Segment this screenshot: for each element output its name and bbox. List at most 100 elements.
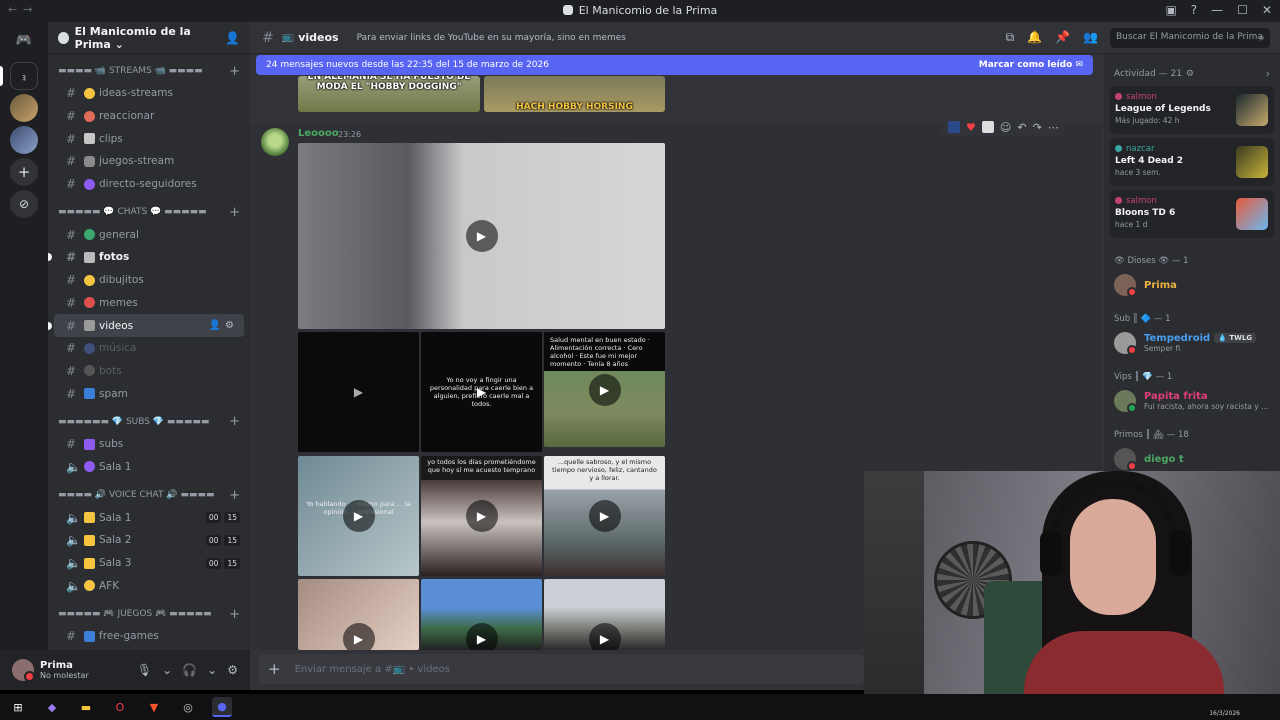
microphone-icon[interactable]: 🎙 (137, 663, 152, 677)
previous-media-2[interactable]: HACH HOBBY HORSING (484, 76, 665, 112)
video-attachment[interactable]: Salud mental en buen estado · Alimentaci… (544, 332, 665, 447)
channel-fotos[interactable]: # fotos (48, 246, 244, 269)
server-icon-current[interactable]: ｮ (10, 62, 38, 90)
play-icon[interactable]: ▶ (465, 623, 498, 650)
threads-icon[interactable]: ⧉ (1006, 30, 1015, 45)
play-icon[interactable]: ▶ (466, 376, 498, 408)
play-icon[interactable]: ▶ (343, 376, 375, 408)
invite-icon[interactable]: 👤 (225, 31, 240, 45)
discord-home-icon[interactable]: 🎮 (10, 26, 38, 54)
channel-juegos-stream[interactable]: # juegos-stream (54, 150, 244, 173)
video-attachment[interactable]: ▶ (544, 579, 665, 650)
channel-ideas-streams[interactable]: # ideas-streams (54, 82, 244, 105)
app-icon[interactable]: ◆ (42, 697, 62, 717)
chevron-down-icon[interactable]: ⌄ (162, 663, 172, 677)
member-list-icon[interactable]: 👥 (1083, 30, 1098, 45)
message-author[interactable]: Leoooo (298, 128, 339, 139)
member-papita-frita[interactable]: Papita frita Fui racista, ahora soy raci… (1104, 386, 1280, 416)
play-icon[interactable]: ▶ (588, 500, 621, 532)
video-attachment[interactable]: ▶ (421, 579, 542, 650)
headphones-icon[interactable]: 🎧 (182, 663, 197, 677)
reaction-emoji-icon[interactable] (948, 121, 960, 133)
brave-icon[interactable]: ▼ (144, 697, 164, 717)
compass-icon[interactable]: ⊘ (10, 190, 38, 218)
channel-free-games[interactable]: # free-games (54, 625, 244, 648)
video-attachment[interactable]: Yo hablando ... mismo para ... la opinió… (298, 456, 419, 576)
channel-topic[interactable]: Para enviar links de YouTube en su mayor… (357, 33, 626, 43)
inbox-icon[interactable]: ▣ (1165, 3, 1176, 17)
channel-reaccionar[interactable]: # reaccionar (54, 105, 244, 128)
add-channel-icon[interactable]: + (229, 64, 240, 79)
channel-spam[interactable]: # spam (54, 382, 244, 405)
play-icon[interactable]: ▶ (465, 220, 498, 252)
add-channel-icon[interactable]: + (229, 414, 240, 429)
category-streams[interactable]: ▬▬▬▬ 📹 STREAMS 📹 ▬▬▬▬ + (48, 60, 250, 82)
channel-musica[interactable]: # música (54, 337, 244, 360)
opera-icon[interactable]: O (110, 697, 130, 717)
obs-icon[interactable]: ◎ (178, 697, 198, 717)
category-subs[interactable]: ▬▬▬▬▬▬ 💎 SUBS 💎 ▬▬▬▬▬ + (48, 411, 250, 433)
server-icon-a[interactable] (10, 94, 38, 122)
play-icon[interactable]: ▶ (465, 500, 498, 532)
add-attachment-icon[interactable]: + (268, 660, 281, 678)
video-attachment[interactable]: ▶ (298, 579, 419, 650)
settings-gear-icon[interactable]: ⚙ (227, 663, 238, 677)
video-attachment[interactable]: ▶ (298, 332, 419, 452)
help-icon[interactable]: ? (1191, 3, 1197, 17)
member-tempedroid[interactable]: Tempedroid 💧 TWLG Semper fi (1104, 328, 1280, 358)
play-icon[interactable]: ▶ (342, 623, 375, 650)
windows-start-icon[interactable]: ⊞ (8, 697, 28, 717)
channel-videos[interactable]: # videos 👤⚙ (48, 314, 244, 337)
member-diego-t[interactable]: diego t (1104, 444, 1280, 474)
channel-dibujitos[interactable]: # dibujitos (54, 269, 244, 292)
mark-as-read-button[interactable]: Marcar como leído ✉ (979, 60, 1083, 70)
category-juegos[interactable]: ▬▬▬▬▬ 🎮 JUEGOS 🎮 ▬▬▬▬▬ + (48, 603, 250, 625)
member-prima[interactable]: Prima (1104, 270, 1280, 300)
channel-directo-seguidores[interactable]: # directo-seguidores (54, 173, 244, 196)
avatar[interactable] (12, 659, 35, 682)
chevron-right-icon[interactable]: › (1266, 67, 1270, 80)
add-channel-icon[interactable]: + (229, 488, 240, 503)
channel-subs[interactable]: # subs (54, 433, 244, 456)
message-input[interactable]: + Enviar mensaje a #📺 • videos (258, 654, 864, 684)
activity-card[interactable]: salmon League of Legends Más jugado: 42 … (1110, 86, 1274, 134)
add-channel-icon[interactable]: + (229, 607, 240, 622)
channel-clips[interactable]: # clips (54, 127, 244, 150)
activity-card[interactable]: salmon Bloons TD 6 hace 1 d (1110, 190, 1274, 238)
server-header[interactable]: El Manicomio de la Prima ⌄ 👤 (48, 22, 250, 54)
voice-channel-afk[interactable]: 🔈 AFK (54, 574, 244, 597)
server-icon-b[interactable] (10, 126, 38, 154)
forward-icon[interactable]: ↷ (1033, 121, 1042, 134)
discord-taskbar-icon[interactable]: ● (212, 697, 232, 717)
voice-channel-sala-1[interactable]: 🔈 Sala 1 00 15 (54, 506, 244, 529)
channel-bots[interactable]: # bots (54, 360, 244, 383)
video-attachment[interactable]: yo todos los días prometiéndome que hoy … (421, 456, 542, 576)
close-icon[interactable]: ✕ (1262, 3, 1272, 17)
pin-icon[interactable]: 📌 (1055, 30, 1070, 45)
search-input[interactable]: Buscar El Manicomio de la Prima ⌕ (1110, 28, 1270, 48)
more-icon[interactable]: ⋯ (1048, 121, 1059, 134)
voice-channel-sala-3[interactable]: 🔈 Sala 3 00 15 (54, 552, 244, 575)
activity-header[interactable]: Actividad — 21 ⚙ › (1104, 54, 1280, 86)
video-attachment[interactable]: Yo no voy a fingir una personalidad para… (421, 332, 542, 452)
reaction-emoji-icon[interactable] (981, 121, 994, 133)
reply-icon[interactable]: ↶ (1017, 121, 1026, 134)
heart-icon[interactable]: ♥ (966, 121, 976, 134)
file-explorer-icon[interactable]: ▬ (76, 697, 96, 717)
maximize-icon[interactable]: ☐ (1237, 3, 1248, 17)
category-chats[interactable]: ▬▬▬▬▬ 💬 CHATS 💬 ▬▬▬▬▬ + (48, 201, 250, 223)
play-icon[interactable]: ▶ (588, 623, 621, 650)
activity-card[interactable]: nazcar Left 4 Dead 2 hace 3 sem. (1110, 138, 1274, 186)
channel-tools[interactable]: 👤⚙ (209, 320, 238, 331)
channel-general[interactable]: # general (54, 223, 244, 246)
video-attachment[interactable]: ...quelle sabroso, y el mismo tiempo ner… (544, 456, 665, 576)
voice-channel-sala-2[interactable]: 🔈 Sala 2 00 15 (54, 529, 244, 552)
chevron-down-icon[interactable]: ⌄ (207, 663, 217, 677)
add-reaction-icon[interactable]: ☺ (1000, 121, 1011, 134)
channel-memes[interactable]: # memes (54, 292, 244, 315)
taskbar-clock[interactable]: 16/3/2026 (1209, 710, 1240, 717)
play-icon[interactable]: ▶ (588, 373, 621, 406)
minimize-icon[interactable]: — (1211, 3, 1223, 17)
gear-icon[interactable]: ⚙ (1186, 69, 1194, 79)
video-attachment[interactable]: ▶ (298, 143, 665, 329)
